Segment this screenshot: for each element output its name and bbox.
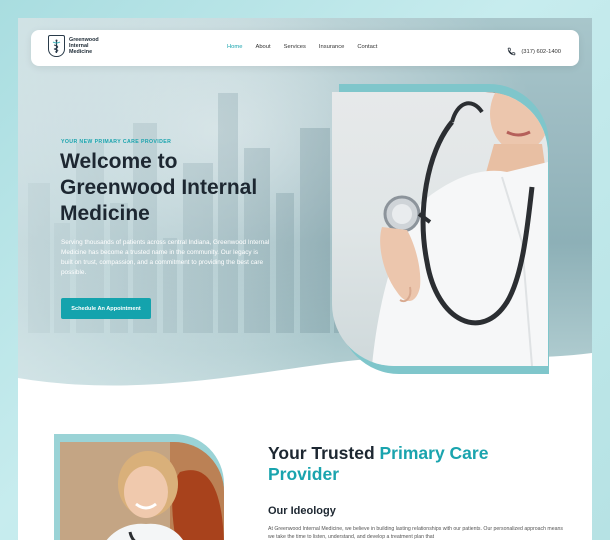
page-frame: Greenwood Internal Medicine Home About S… <box>18 18 592 540</box>
section2-title-plain: Your Trusted <box>268 443 380 463</box>
main-menu: Home About Services Insurance Contact <box>227 43 390 51</box>
logo-line: Medicine <box>69 49 93 55</box>
nav-link-about[interactable]: About <box>255 43 270 51</box>
caduceus-logo-icon <box>48 35 65 57</box>
smiling-doctor-image <box>60 442 224 540</box>
nav-link-home[interactable]: Home <box>227 43 242 51</box>
hero-title: Welcome to Greenwood Internal Medicine <box>60 149 300 227</box>
top-navigation-bar: Greenwood Internal Medicine Home About S… <box>31 30 579 66</box>
section2-title: Your Trusted Primary Care Provider <box>268 443 528 485</box>
phone-number: (317) 602-1400 <box>521 49 561 55</box>
nav-link-services[interactable]: Services <box>284 43 306 51</box>
nav-link-insurance[interactable]: Insurance <box>319 43 344 51</box>
phone-link[interactable]: (317) 602-1400 <box>507 43 561 61</box>
hero-eyebrow: YOUR NEW PRIMARY CARE PROVIDER <box>61 139 172 145</box>
section2-body: At Greenwood Internal Medicine, we belie… <box>268 526 563 540</box>
logo-wordmark: Greenwood Internal Medicine <box>69 37 99 55</box>
phone-icon <box>507 43 516 61</box>
site-logo[interactable]: Greenwood Internal Medicine <box>48 35 99 57</box>
section2-subtitle: Our Ideology <box>268 505 336 517</box>
schedule-appointment-button[interactable]: Schedule An Appointment <box>61 298 151 319</box>
hero-title-line: Medicine <box>60 202 150 225</box>
nav-link-contact[interactable]: Contact <box>357 43 377 51</box>
doctor-with-stethoscope-image <box>332 92 548 366</box>
hero-description: Serving thousands of patients across cen… <box>61 239 270 276</box>
hero-title-line: Greenwood Internal <box>60 176 258 199</box>
hero-title-line: Welcome to <box>60 150 178 173</box>
